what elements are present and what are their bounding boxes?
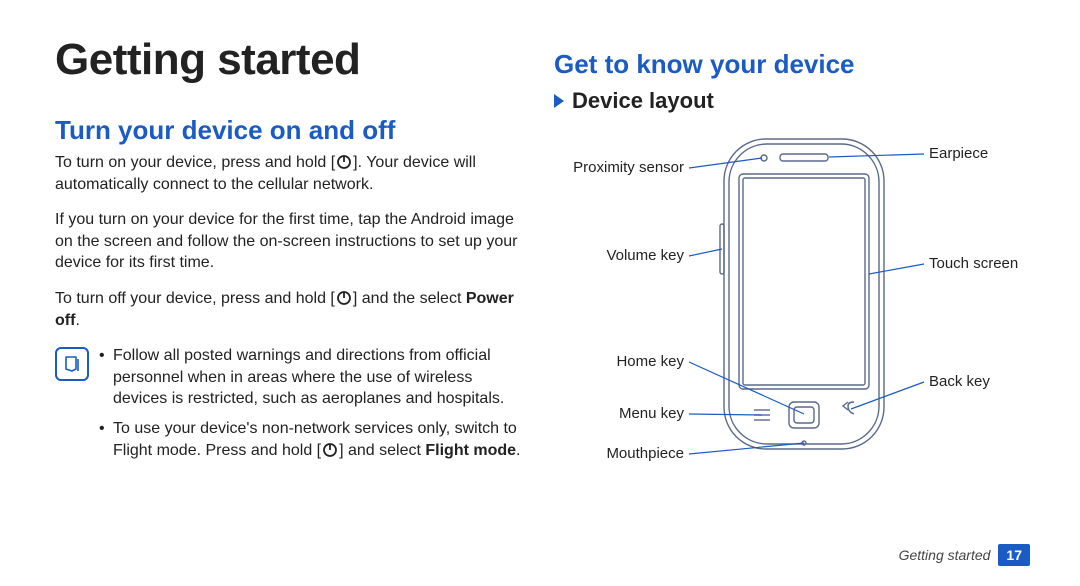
text-fragment: .	[75, 312, 79, 329]
power-icon	[336, 290, 352, 306]
text-fragment: To turn on your device, press and hold [	[55, 154, 335, 171]
label-back-key: Back key	[929, 373, 990, 390]
note-item: Follow all posted warnings and direction…	[99, 345, 526, 410]
note-block: Follow all posted warnings and direction…	[55, 345, 526, 469]
footer-section: Getting started	[899, 547, 991, 563]
section-heading-turn-on-off: Turn your device on and off	[55, 115, 526, 146]
power-icon	[322, 442, 338, 458]
label-touch-screen: Touch screen	[929, 255, 1018, 272]
note-icon	[55, 347, 89, 381]
page-number: 17	[998, 544, 1030, 566]
note-list: Follow all posted warnings and direction…	[99, 345, 526, 469]
subsection-label: Device layout	[572, 88, 714, 114]
power-icon	[336, 154, 352, 170]
note-item: To use your device's non-network service…	[99, 418, 526, 461]
paragraph-turn-on: To turn on your device, press and hold […	[55, 152, 526, 195]
paragraph-turn-off: To turn off your device, press and hold …	[55, 288, 526, 331]
label-menu-key: Menu key	[619, 405, 684, 422]
label-earpiece: Earpiece	[929, 145, 988, 162]
device-diagram: Proximity sensor Volume key Home key Men…	[554, 124, 1014, 504]
page-footer: Getting started 17	[899, 544, 1030, 566]
text-fragment: To turn off your device, press and hold …	[55, 290, 335, 307]
label-proximity-sensor: Proximity sensor	[573, 159, 684, 176]
label-volume-key: Volume key	[606, 247, 684, 264]
label-home-key: Home key	[616, 353, 684, 370]
chevron-right-icon	[554, 94, 564, 108]
text-bold-flight-mode: Flight mode	[425, 442, 516, 459]
right-column: Get to know your device Device layout	[554, 35, 1025, 504]
left-column: Getting started Turn your device on and …	[55, 35, 526, 504]
text-fragment: ] and select	[339, 442, 425, 459]
label-mouthpiece: Mouthpiece	[606, 445, 684, 462]
subsection-heading-device-layout: Device layout	[554, 88, 1025, 114]
text-fragment: .	[516, 442, 520, 459]
paragraph-first-time: If you turn on your device for the first…	[55, 209, 526, 274]
page-title: Getting started	[55, 35, 526, 85]
section-heading-know-device: Get to know your device	[554, 49, 1025, 80]
text-fragment: ] and the select	[353, 290, 466, 307]
